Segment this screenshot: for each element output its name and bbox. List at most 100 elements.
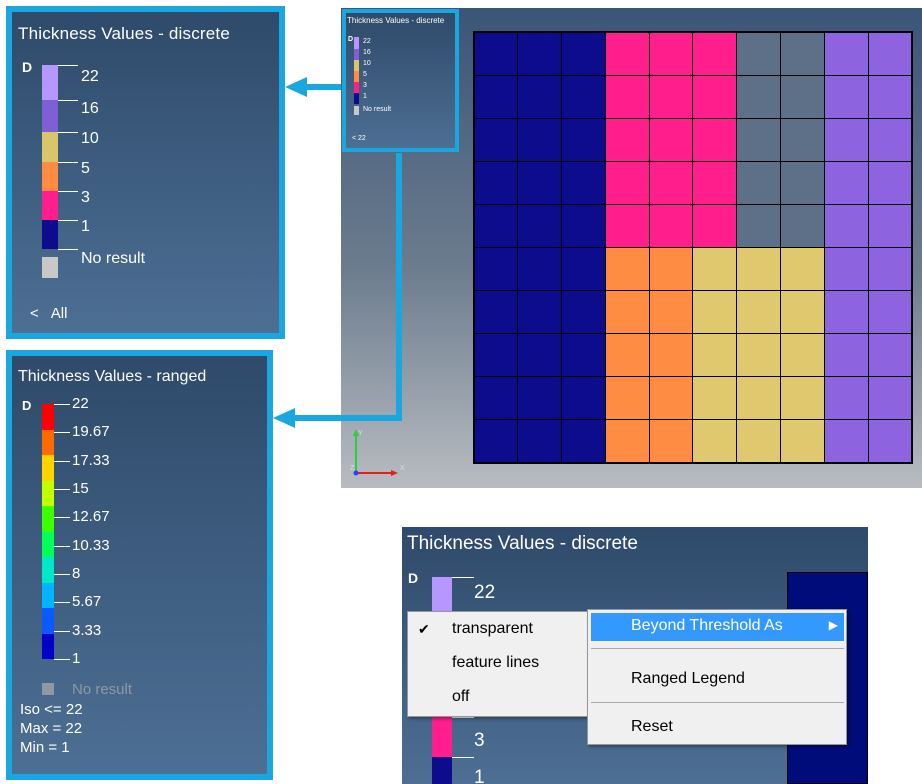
mesh-element[interactable]	[692, 376, 738, 421]
mesh-element[interactable]	[561, 117, 606, 162]
model-viewport[interactable]: Thickness Values - discrete D 22 16 10 5…	[341, 8, 922, 488]
mesh-element[interactable]	[736, 31, 782, 76]
mesh-element[interactable]	[823, 203, 869, 248]
mesh-element[interactable]	[736, 203, 782, 248]
mesh-element[interactable]	[648, 31, 694, 76]
mesh-element[interactable]	[867, 160, 913, 205]
mesh-element[interactable]	[561, 74, 606, 119]
mesh-element[interactable]	[692, 246, 738, 292]
menu-item-ranged-legend[interactable]: Ranged Legend	[591, 666, 844, 694]
mesh-element[interactable]	[780, 74, 825, 119]
mesh-element[interactable]	[517, 31, 563, 76]
mesh-element[interactable]	[561, 203, 606, 248]
mesh-element[interactable]	[867, 203, 913, 248]
mesh-element[interactable]	[604, 31, 650, 76]
mesh-element[interactable]	[473, 160, 519, 205]
mesh-element[interactable]	[692, 74, 738, 119]
mesh-element[interactable]	[867, 419, 913, 464]
mesh-element[interactable]	[561, 419, 606, 464]
mesh-model[interactable]	[473, 31, 913, 464]
mesh-element[interactable]	[473, 290, 519, 335]
mesh-element[interactable]	[867, 246, 913, 292]
mesh-element[interactable]	[692, 419, 738, 464]
menu-item-reset[interactable]: Reset	[591, 714, 844, 742]
mesh-element[interactable]	[780, 203, 825, 248]
menu-item-beyond-threshold[interactable]: Beyond Threshold As ▶	[591, 613, 844, 641]
mesh-element[interactable]	[692, 117, 738, 162]
legend-swatch-no-result[interactable]	[42, 257, 58, 278]
mesh-element[interactable]	[780, 376, 825, 421]
mesh-element[interactable]	[780, 160, 825, 205]
mesh-element[interactable]	[867, 333, 913, 378]
menu-item-off[interactable]: off	[412, 684, 586, 712]
mesh-element[interactable]	[473, 376, 519, 421]
legend-swatch-10[interactable]	[42, 132, 58, 162]
mesh-element[interactable]	[648, 160, 694, 205]
mesh-element[interactable]	[867, 376, 913, 421]
mesh-element[interactable]	[692, 31, 738, 76]
legend-swatch-1[interactable]	[42, 220, 58, 249]
legend-marker[interactable]: D	[22, 59, 32, 75]
mesh-element[interactable]	[517, 74, 563, 119]
mesh-element[interactable]	[648, 290, 694, 335]
mesh-element[interactable]	[823, 419, 869, 464]
mesh-element[interactable]	[780, 31, 825, 76]
mesh-element[interactable]	[823, 333, 869, 378]
mesh-element[interactable]	[473, 31, 519, 76]
mesh-element[interactable]	[692, 290, 738, 335]
mesh-element[interactable]	[648, 333, 694, 378]
mesh-element[interactable]	[823, 117, 869, 162]
mesh-element[interactable]	[867, 74, 913, 119]
mesh-element[interactable]	[561, 376, 606, 421]
legend-swatch-1[interactable]	[432, 757, 452, 784]
mesh-element[interactable]	[736, 160, 782, 205]
mesh-element[interactable]	[517, 290, 563, 335]
mesh-element[interactable]	[736, 376, 782, 421]
mesh-element[interactable]	[780, 246, 825, 292]
mesh-element[interactable]	[867, 31, 913, 76]
mesh-element[interactable]	[648, 246, 694, 292]
mesh-element[interactable]	[780, 117, 825, 162]
mesh-element[interactable]	[736, 333, 782, 378]
mesh-element[interactable]	[473, 333, 519, 378]
mesh-element[interactable]	[648, 203, 694, 248]
mesh-element[interactable]	[780, 333, 825, 378]
legend-swatch-22[interactable]	[42, 65, 58, 100]
legend-filter[interactable]: < All	[30, 305, 79, 322]
mesh-element[interactable]	[648, 419, 694, 464]
legend-marker[interactable]: D	[22, 398, 31, 413]
mesh-element[interactable]	[517, 117, 563, 162]
menu-item-transparent[interactable]: ✔ transparent	[412, 616, 586, 644]
mesh-element[interactable]	[517, 333, 563, 378]
mesh-element[interactable]	[604, 290, 650, 335]
mesh-element[interactable]	[604, 160, 650, 205]
mesh-element[interactable]	[604, 333, 650, 378]
mesh-element[interactable]	[692, 333, 738, 378]
mesh-element[interactable]	[736, 246, 782, 292]
mesh-element[interactable]	[780, 419, 825, 464]
mesh-element[interactable]	[473, 246, 519, 292]
mini-legend[interactable]: Thickness Values - discrete D 22 16 10 5…	[342, 9, 459, 152]
mesh-element[interactable]	[823, 74, 869, 119]
mini-filter[interactable]: < 22	[352, 135, 366, 142]
mesh-element[interactable]	[736, 74, 782, 119]
mesh-element[interactable]	[517, 419, 563, 464]
mesh-element[interactable]	[867, 290, 913, 335]
mesh-element[interactable]	[736, 419, 782, 464]
mesh-element[interactable]	[604, 246, 650, 292]
mesh-element[interactable]	[561, 290, 606, 335]
mesh-element[interactable]	[561, 246, 606, 292]
mesh-element[interactable]	[473, 117, 519, 162]
mesh-element[interactable]	[517, 376, 563, 421]
mesh-element[interactable]	[604, 203, 650, 248]
mesh-element[interactable]	[517, 203, 563, 248]
mesh-element[interactable]	[604, 117, 650, 162]
legend-swatch-3[interactable]	[42, 191, 58, 220]
mesh-element[interactable]	[604, 419, 650, 464]
mesh-element[interactable]	[648, 74, 694, 119]
legend-swatch-16[interactable]	[42, 100, 58, 132]
mesh-element[interactable]	[867, 117, 913, 162]
mesh-element[interactable]	[823, 31, 869, 76]
chevron-left-icon[interactable]: <	[30, 305, 39, 322]
mesh-element[interactable]	[823, 290, 869, 335]
